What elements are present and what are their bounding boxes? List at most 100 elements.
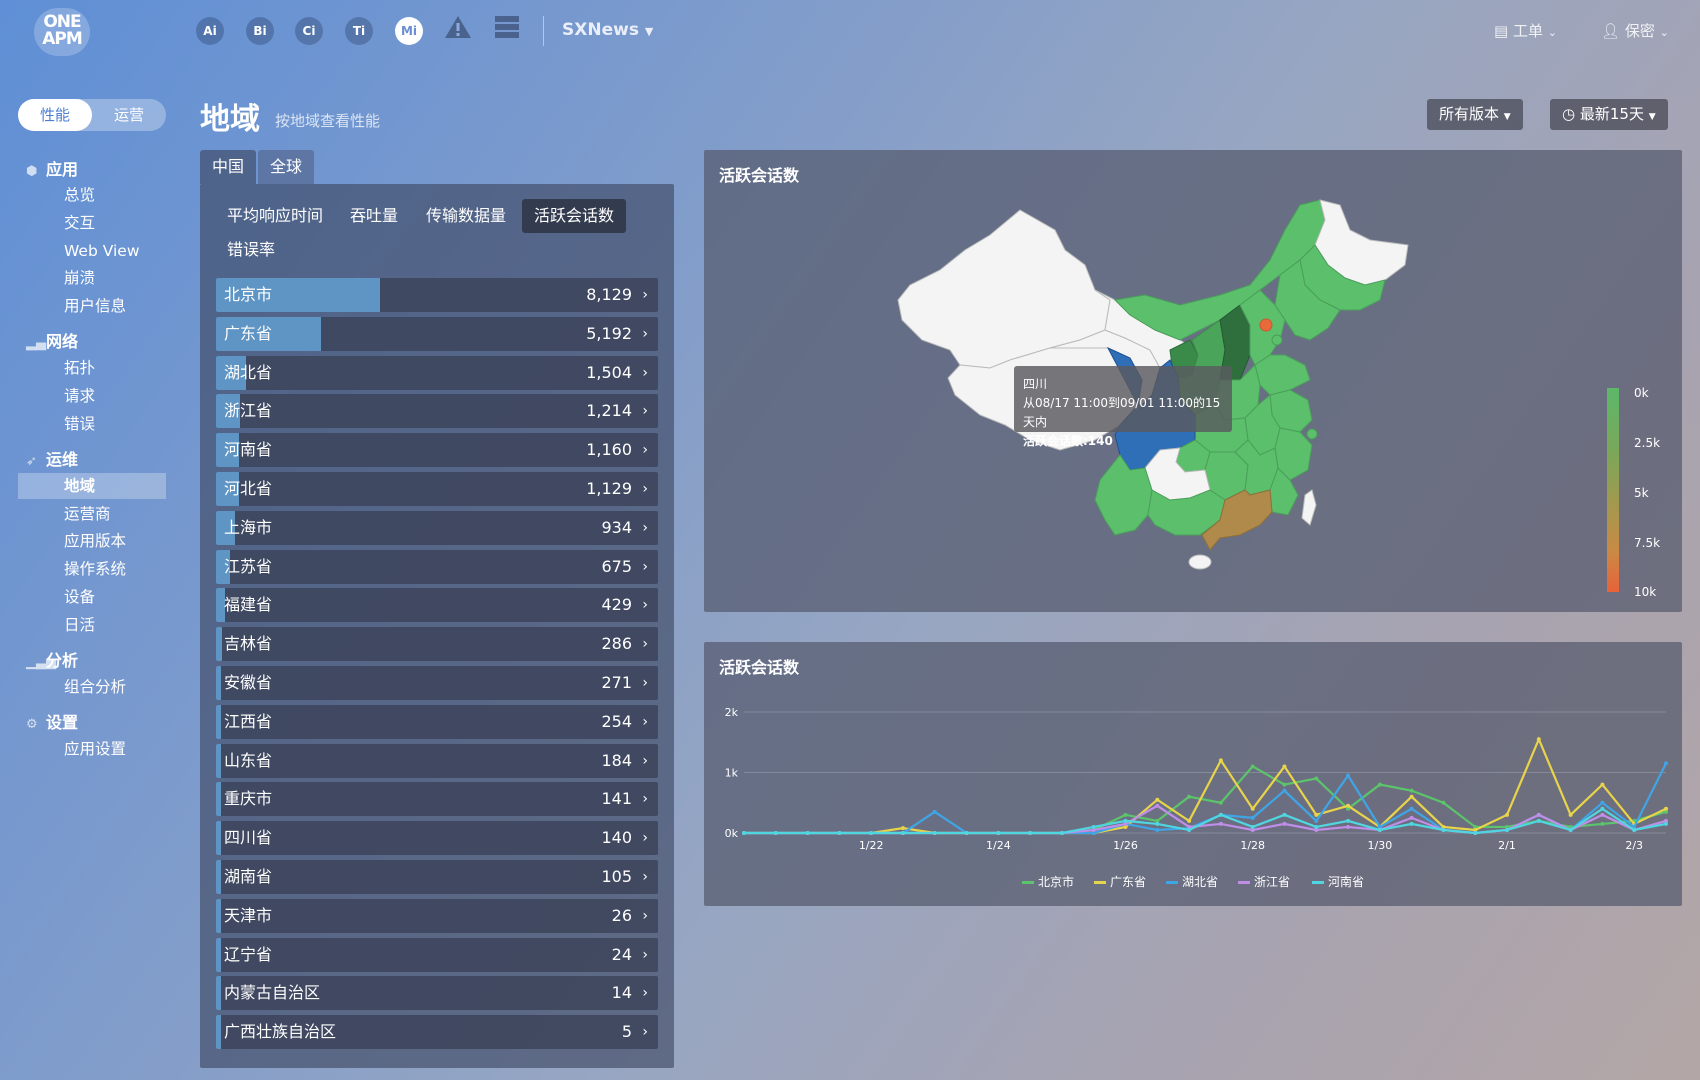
province-row[interactable]: 河南省 1,160 › <box>216 433 658 468</box>
data-point[interactable] <box>869 831 874 835</box>
data-point[interactable] <box>1664 761 1668 766</box>
data-point[interactable] <box>1505 827 1510 832</box>
nav-item-combined-analysis[interactable]: 组合分析 <box>18 674 166 700</box>
province-row[interactable]: 河北省 1,129 › <box>216 472 658 506</box>
tab-active-sessions[interactable]: 活跃会话数 <box>522 199 627 233</box>
data-point[interactable] <box>1218 812 1223 817</box>
nav-item-carrier[interactable]: 运营商 <box>18 501 166 527</box>
data-point[interactable] <box>964 831 969 835</box>
data-point[interactable] <box>1250 806 1255 811</box>
province-row[interactable]: 辽宁省 24 › <box>216 937 658 972</box>
tab-throughput[interactable]: 吞吐量 <box>338 199 410 233</box>
user-menu[interactable]: 👤︎ 保密 ⌄ <box>1601 20 1669 41</box>
ticket-menu[interactable]: ▤ 工单 ⌄ <box>1494 20 1557 41</box>
nav-item-app-settings[interactable]: 应用设置 <box>18 736 166 762</box>
map-region-shanghai[interactable] <box>1306 428 1318 440</box>
data-point[interactable] <box>1377 827 1382 832</box>
province-row[interactable]: 北京市 8,129 › <box>216 278 658 312</box>
data-point[interactable] <box>1028 831 1033 835</box>
ai-icon[interactable]: Ai <box>196 17 224 45</box>
data-point[interactable] <box>1059 831 1064 835</box>
data-point[interactable] <box>1218 821 1223 826</box>
province-row[interactable]: 内蒙古自治区 14 › <box>216 976 658 1011</box>
data-point[interactable] <box>1664 821 1668 826</box>
data-point[interactable] <box>1314 818 1319 823</box>
map-region-hainan[interactable] <box>1188 554 1212 570</box>
data-point[interactable] <box>1187 827 1192 832</box>
data-point[interactable] <box>1409 788 1414 793</box>
province-row[interactable]: 广西壮族自治区 5 › <box>216 1015 658 1050</box>
nav-item-app-version[interactable]: 应用版本 <box>18 528 166 554</box>
data-point[interactable] <box>742 831 746 835</box>
data-point[interactable] <box>1218 800 1223 805</box>
data-point[interactable] <box>1600 806 1605 811</box>
data-point[interactable] <box>1505 812 1510 817</box>
version-dropdown[interactable]: 所有版本 ▼ <box>1427 99 1523 130</box>
data-point[interactable] <box>1091 824 1096 829</box>
data-point[interactable] <box>1187 794 1192 799</box>
province-row[interactable]: 湖北省 1,504 › <box>216 355 658 390</box>
data-point[interactable] <box>1409 806 1414 811</box>
server-icon[interactable] <box>494 14 520 46</box>
data-point[interactable] <box>1218 758 1223 763</box>
nav-item-interaction[interactable]: 交互 <box>18 210 166 236</box>
nav-group-settings[interactable]: ⚙ 设置 <box>26 709 78 733</box>
data-point[interactable] <box>805 831 810 835</box>
data-point[interactable] <box>1473 831 1478 835</box>
data-point[interactable] <box>1314 824 1319 829</box>
data-point[interactable] <box>932 831 937 835</box>
data-point[interactable] <box>1282 788 1287 793</box>
data-point[interactable] <box>996 831 1001 835</box>
data-point[interactable] <box>1600 800 1605 805</box>
data-point[interactable] <box>1536 818 1541 823</box>
province-row[interactable]: 吉林省 286 › <box>216 627 658 662</box>
data-point[interactable] <box>1282 764 1287 769</box>
data-point[interactable] <box>1600 782 1605 787</box>
data-point[interactable] <box>1409 815 1414 820</box>
data-point[interactable] <box>1123 818 1128 823</box>
map-region-beijing[interactable] <box>1259 318 1273 332</box>
nav-group-network[interactable]: ▂▄网络 <box>26 328 78 352</box>
data-point[interactable] <box>1250 815 1255 820</box>
province-row[interactable]: 福建省 429 › <box>216 588 658 623</box>
data-point[interactable] <box>1346 773 1351 778</box>
legend-item[interactable]: 广东省 <box>1094 873 1146 890</box>
data-point[interactable] <box>1282 812 1287 817</box>
nav-group-ops[interactable]: ➶ 运维 <box>26 446 78 470</box>
data-point[interactable] <box>1250 764 1255 769</box>
data-point[interactable] <box>1441 800 1446 805</box>
data-point[interactable] <box>1346 824 1351 829</box>
data-point[interactable] <box>1346 803 1351 808</box>
data-point[interactable] <box>837 831 842 835</box>
province-row[interactable]: 四川省 140 › <box>216 821 658 856</box>
bi-icon[interactable]: Bi <box>246 17 274 45</box>
nav-item-dau[interactable]: 日活 <box>18 612 166 638</box>
data-point[interactable] <box>1314 776 1319 781</box>
data-point[interactable] <box>1600 821 1605 826</box>
performance-tab[interactable]: 性能 <box>18 99 92 131</box>
data-point[interactable] <box>1155 803 1160 808</box>
data-point[interactable] <box>1155 827 1160 832</box>
province-row[interactable]: 重庆市 141 › <box>216 782 658 817</box>
province-row[interactable]: 安徽省 271 › <box>216 666 658 700</box>
operations-tab[interactable]: 运营 <box>92 99 166 131</box>
legend-item[interactable]: 河南省 <box>1312 873 1364 890</box>
ti-icon[interactable]: Ti <box>345 17 373 45</box>
nav-item-topology[interactable]: 拓扑 <box>18 355 166 381</box>
nav-item-webview[interactable]: Web View <box>18 238 166 264</box>
data-point[interactable] <box>932 809 937 814</box>
mi-icon[interactable]: Mi <box>395 17 423 45</box>
data-point[interactable] <box>1155 797 1160 802</box>
nav-item-overview[interactable]: 总览 <box>18 182 166 208</box>
data-point[interactable] <box>1155 821 1160 826</box>
province-row[interactable]: 湖南省 105 › <box>216 860 658 894</box>
nav-item-device[interactable]: 设备 <box>18 584 166 610</box>
province-row[interactable]: 广东省 5,192 › <box>216 316 658 351</box>
province-row[interactable]: 江西省 254 › <box>216 704 658 739</box>
tab-data-transfer[interactable]: 传输数据量 <box>414 199 518 233</box>
time-range-dropdown[interactable]: ◷ 最新15天 ▼ <box>1550 99 1668 130</box>
province-row[interactable]: 浙江省 1,214 › <box>216 394 658 429</box>
data-point[interactable] <box>1536 812 1541 817</box>
nav-item-os[interactable]: 操作系统 <box>18 556 166 582</box>
data-point[interactable] <box>1250 824 1255 829</box>
